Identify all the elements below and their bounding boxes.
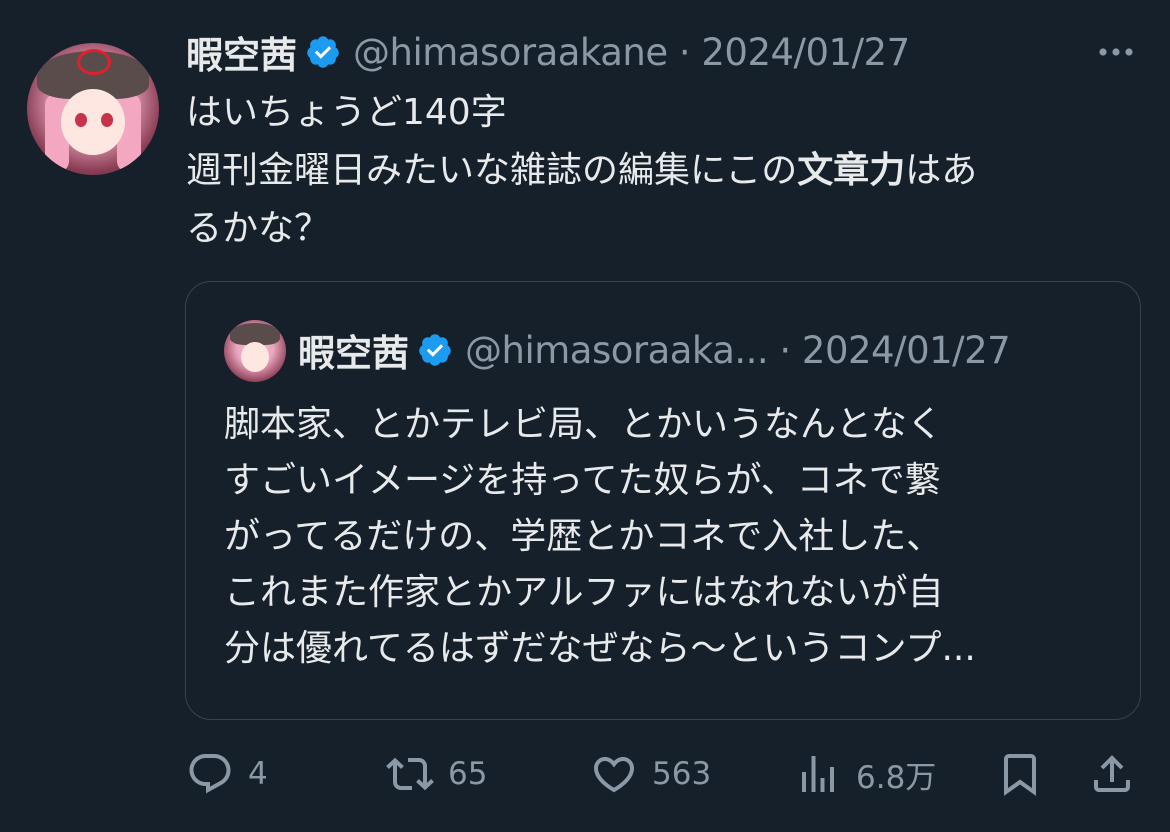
share-button[interactable]: [1088, 744, 1136, 804]
tweet-text-line-3: るかな？: [186, 208, 331, 249]
quoted-text-line: これまた作家とかアルファにはなれないが自: [224, 572, 944, 613]
verified-badge-icon: [307, 36, 339, 68]
quoted-text-line: 分は優れてるはずだなぜなら〜というコンプ...: [224, 628, 976, 669]
author-name[interactable]: 暇空茜: [186, 25, 297, 79]
tweet-header: 暇空茜 @himasoraakane · 2024/01/27: [186, 25, 910, 79]
author-handle-date[interactable]: @himasoraakane · 2024/01/27: [353, 31, 910, 74]
avatar-eye-right: [101, 113, 113, 127]
tweet-text-line-2-post: はあ: [905, 150, 978, 191]
tweet-text: はいちょうど140字 週刊金曜日みたいな雑誌の編集にこの文章力はあ るかな？: [186, 84, 1136, 258]
author-avatar[interactable]: [27, 43, 159, 175]
retweet-button[interactable]: 65: [386, 744, 487, 804]
quoted-author-handle-date: @himasoraaka... · 2024/01/27: [465, 328, 1011, 372]
tweet-text-bold: 文章力: [797, 150, 906, 191]
views-count: 6.8万: [856, 759, 937, 796]
tweet-text-line-2-pre: 週刊金曜日みたいな雑誌の編集にこの: [186, 150, 798, 191]
quoted-author-name: 暇空茜: [298, 332, 409, 375]
quoted-text-line: がってるだけの、学歴とかコネで入社した、: [224, 516, 943, 557]
quoted-text-line: 脚本家、とかテレビ局、とかいうなんとなく: [224, 404, 943, 445]
avatar-face: [61, 89, 125, 155]
views-button[interactable]: 6.8万: [794, 744, 936, 804]
tweet-text-line-1: はいちょうど140字: [186, 92, 507, 133]
views-icon: [802, 756, 834, 792]
quoted-text-line: すごいイメージを持ってた奴らが、コネで繋: [224, 460, 941, 501]
action-bar: 4 65 563 6.8万: [186, 744, 1136, 804]
reply-icon: [189, 754, 231, 794]
quoted-tweet-card[interactable]: 暇空茜 @himasoraaka... · 2024/01/27 脚本家、とかテ…: [185, 281, 1141, 720]
avatar-eye-left: [75, 113, 87, 127]
reply-button[interactable]: 4: [186, 744, 268, 804]
quoted-tweet-text: 脚本家、とかテレビ局、とかいうなんとなく すごいイメージを持ってた奴らが、コネで…: [224, 397, 1114, 677]
quoted-avatar-face: [241, 342, 269, 372]
retweet-count: 65: [448, 756, 488, 792]
bookmark-button[interactable]: [996, 744, 1044, 804]
heart-icon: [593, 757, 635, 793]
tweet-text-line-2: 週刊金曜日みたいな雑誌の編集にこの文章力はあ: [186, 142, 1136, 200]
bookmark-icon: [1004, 754, 1036, 796]
share-icon: [1094, 755, 1130, 792]
more-dots-icon[interactable]: [1094, 38, 1138, 66]
like-button[interactable]: 563: [590, 744, 711, 804]
reply-count: 4: [248, 756, 268, 792]
quoted-tweet-header: 暇空茜 @himasoraaka... · 2024/01/27: [298, 326, 1011, 376]
quoted-author-avatar: [224, 320, 286, 382]
verified-badge-icon: [419, 334, 451, 366]
retweet-icon: [386, 757, 434, 791]
avatar-ribbon: [77, 49, 111, 75]
like-count: 563: [652, 756, 712, 792]
